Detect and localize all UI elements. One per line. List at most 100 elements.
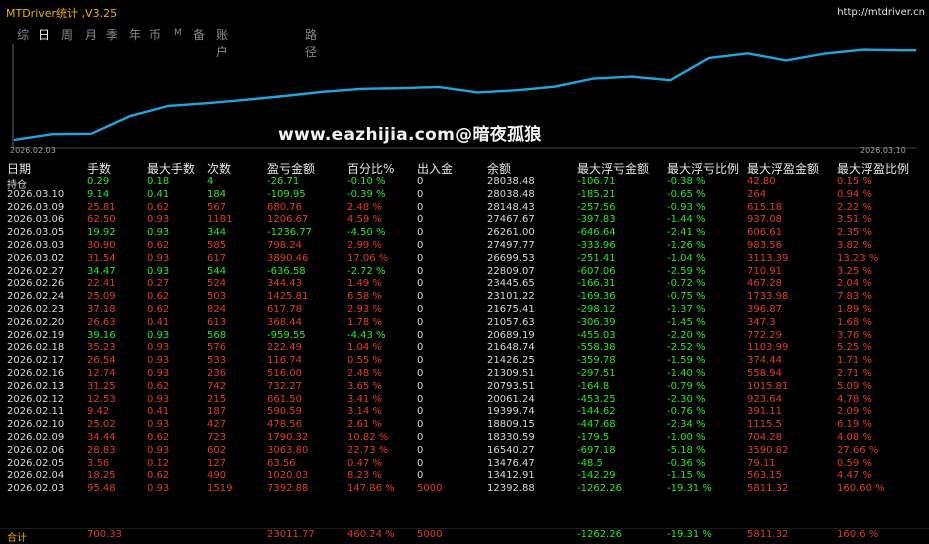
cell-io: 0	[417, 444, 424, 456]
cell-max_gain_pct: 4.08 %	[837, 432, 872, 443]
cell-max_gain: 772.29	[747, 329, 782, 341]
cell-max_lots: 0.93	[147, 393, 170, 405]
cell-lots: 37.18	[87, 304, 116, 315]
cell-io: 0	[417, 188, 424, 200]
tab-5[interactable]: 年	[129, 26, 141, 43]
cell-lots: 22.41	[87, 278, 116, 290]
cell-date: 2026.03.06	[7, 214, 65, 226]
cell-max_gain_pct: 3.25 %	[837, 265, 872, 277]
website-url[interactable]: http://mtdriver.cn	[837, 7, 925, 18]
cell-count: 215	[207, 393, 227, 405]
cell-date: 2026.02.27	[7, 265, 65, 277]
cell-max_loss: -1262.26	[577, 483, 622, 495]
cell-pnl: 680.76	[267, 201, 302, 213]
cell-balance: 21309.51	[487, 368, 535, 379]
tab-7[interactable]: M	[174, 28, 182, 38]
cell-max_loss: -257.56	[577, 201, 616, 213]
column-header-date: 日期	[7, 162, 32, 176]
table-row: 2026.02.05 3.56 0.12 127 63.56 0.47 % 0 13476.4…	[0, 458, 929, 470]
cell-balance: 20793.51	[487, 380, 535, 392]
table-row: 持仓 0.29 0.18 4 -26.71 -0.10 % 0 28038.48 -106.71…	[0, 176, 929, 191]
cell-max_gain_pct: 4.78 %	[837, 393, 872, 405]
tab-0[interactable]: 综	[17, 26, 29, 43]
cell-count: 1519	[207, 483, 233, 495]
cell-pct: -2.72 %	[347, 265, 386, 277]
tab-1[interactable]: 日	[38, 26, 50, 43]
column-header-max_gain_pct: 最大浮盈比例	[837, 162, 910, 176]
cell-max_gain_pct: 2.35 %	[837, 227, 872, 239]
cell-max_lots: 0.62	[147, 470, 170, 482]
cell-count: 602	[207, 444, 227, 456]
cell-count: 824	[207, 304, 227, 315]
cell-pct: -4.50 %	[347, 227, 386, 239]
cell-date: 2026.02.09	[7, 432, 65, 443]
cell-date: 2026.03.02	[7, 252, 65, 264]
cell-max_lots: 0.41	[147, 406, 170, 418]
cell-max_gain: 79.11	[747, 457, 776, 469]
cell-count: 344	[207, 227, 227, 239]
table-row: 2026.02.23 37.18 0.62 824 617.78 2.93 % 0 21675…	[0, 304, 929, 316]
cell-max_loss_pct: -1.45 %	[667, 316, 706, 328]
cell-pct: 0.47 %	[347, 457, 382, 469]
cell-max_loss: -106.71	[577, 176, 616, 187]
cell-max_loss: -179.5	[577, 432, 610, 443]
cell-balance: 13476.47	[487, 457, 535, 469]
cell-pct: 0.55 %	[347, 355, 382, 367]
cell-max_loss: -144.62	[577, 406, 616, 418]
cell-lots: 25.09	[87, 291, 116, 303]
cell-date: 2026.02.17	[7, 355, 65, 367]
cell-max_loss: -298.12	[577, 304, 616, 315]
tab-4[interactable]: 季	[106, 26, 118, 43]
cell-io: 0	[417, 470, 424, 482]
cell-max_loss: -455.03	[577, 329, 616, 341]
cell-max_loss_pct: -1.15 %	[667, 470, 706, 482]
tab-2[interactable]: 周	[61, 26, 73, 43]
cell-pnl: 617.78	[267, 304, 302, 315]
cell-max_gain: 606.61	[747, 227, 782, 239]
chart-end-date: 2026.03.10	[860, 146, 906, 155]
cell-date: 2026.02.11	[7, 406, 65, 418]
cell-max_lots: 0.62	[147, 291, 170, 303]
cell-max_gain: 1015.81	[747, 380, 789, 392]
total-label: 合计	[7, 533, 27, 544]
cell-count: 490	[207, 470, 227, 482]
table-row: 2026.03.02 31.54 0.93 617 3890.46 17.06 % 0 266…	[0, 253, 929, 265]
cell-max_gain: 391.11	[747, 406, 782, 418]
cell-lots: 0.29	[87, 176, 110, 187]
cell-count: 184	[207, 188, 227, 200]
cell-max_lots: 0.27	[147, 278, 170, 290]
cell-max_gain: 704.28	[747, 432, 782, 443]
cell-max_gain: 1115.5	[747, 419, 782, 431]
cell-io: 0	[417, 278, 424, 290]
cell-pct: 2.99 %	[347, 240, 382, 251]
cell-lots: 95.48	[87, 483, 116, 495]
cell-date: 2026.03.03	[7, 240, 65, 251]
cell-pct: 2.48 %	[347, 368, 382, 379]
column-header-balance: 余额	[487, 162, 512, 176]
cell-max_gain: 396.87	[747, 304, 782, 315]
cell-balance: 27497.77	[487, 240, 535, 251]
cell-balance: 18330.59	[487, 432, 535, 443]
tab-6[interactable]: 币	[149, 26, 161, 43]
tab-8[interactable]: 备	[193, 26, 205, 43]
cell-balance: 19399.74	[487, 406, 535, 418]
cell-lots: 18.25	[87, 470, 116, 482]
cell-io: 0	[417, 432, 424, 443]
table-row: 2026.03.06 62.50 0.93 1181 1206.67 4.59 % 0 274…	[0, 214, 929, 226]
cell-max_gain_pct: 1.68 %	[837, 316, 872, 328]
cell-balance: 21426.25	[487, 355, 535, 367]
cell-io: 0	[417, 240, 424, 251]
cell-pnl: 1790.32	[267, 432, 309, 443]
total-max_loss_pct: -19.31 %	[667, 529, 712, 540]
cell-pnl: 116.74	[267, 355, 302, 367]
cell-lots: 9.14	[87, 188, 110, 200]
cell-date: 2026.02.04	[7, 470, 65, 482]
tab-3[interactable]: 月	[85, 26, 97, 43]
cell-io: 0	[417, 380, 424, 392]
cell-max_gain: 710.91	[747, 265, 782, 277]
cell-io: 0	[417, 316, 424, 328]
cell-max_lots: 0.93	[147, 265, 170, 277]
cell-pnl: 1020.03	[267, 470, 309, 482]
cell-max_lots: 0.93	[147, 329, 170, 341]
cell-lots: 9.42	[87, 406, 110, 418]
